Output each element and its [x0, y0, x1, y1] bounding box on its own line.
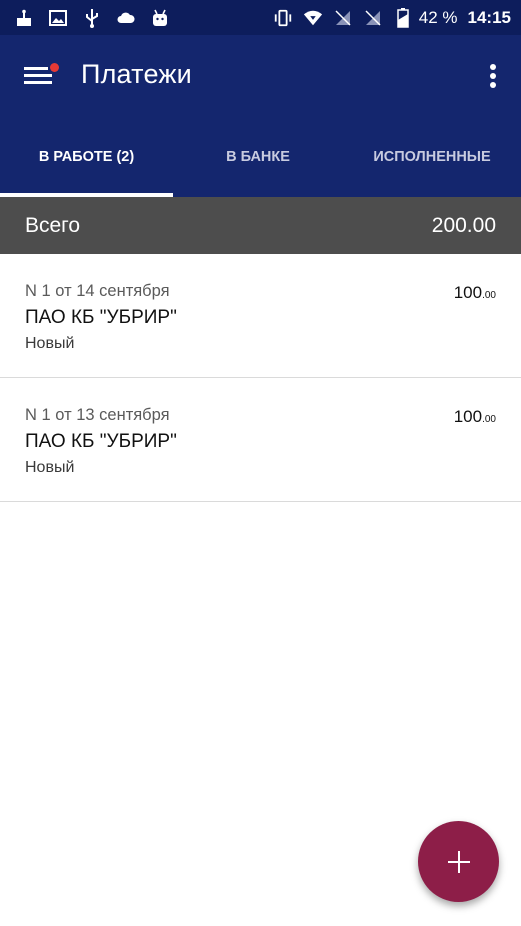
add-payment-button[interactable] [418, 821, 499, 902]
clock: 14:15 [467, 7, 511, 27]
status-left-icons [14, 8, 170, 28]
cake-icon [14, 8, 34, 28]
wifi-icon [303, 8, 323, 28]
notification-dot [50, 63, 59, 72]
tab-bar: В РАБОТЕ (2) В БАНКЕ ИСПОЛНЕННЫЕ [0, 119, 521, 197]
amount-main: 100 [453, 283, 483, 302]
plus-icon [447, 850, 470, 873]
tab-in-work[interactable]: В РАБОТЕ (2) [0, 119, 173, 197]
image-icon [48, 8, 68, 28]
toolbar: Платежи [0, 35, 521, 119]
payment-status: Новый [25, 459, 75, 476]
status-bar: 42 % 14:15 [0, 0, 521, 35]
no-sim-icon [363, 8, 383, 28]
list-item[interactable]: N 1 от 13 сентября ПАО КБ "УБРИР" Новый … [0, 378, 521, 502]
cloud-icon [116, 8, 136, 28]
amount-cents: .00 [482, 414, 496, 425]
app-bar: Платежи В РАБОТЕ (2) В БАНКЕ ИСПОЛНЕННЫЕ [0, 35, 521, 197]
tab-completed[interactable]: ИСПОЛНЕННЫЕ [343, 119, 521, 197]
no-sim-icon [333, 8, 353, 28]
list-item[interactable]: N 1 от 14 сентября ПАО КБ "УБРИР" Новый … [0, 254, 521, 378]
payment-status: Новый [25, 335, 75, 352]
amount-main: 100 [453, 407, 483, 426]
more-vert-icon[interactable] [485, 61, 501, 91]
payment-meta: N 1 от 13 сентября [25, 406, 170, 424]
battery-percent: 42 % [418, 7, 458, 27]
status-right-icons: 42 % 14:15 [273, 7, 511, 28]
payment-amount: 100.00 [454, 283, 496, 303]
payments-list: N 1 от 14 сентября ПАО КБ "УБРИР" Новый … [0, 254, 521, 502]
payment-recipient: ПАО КБ "УБРИР" [25, 307, 177, 328]
android-icon [150, 8, 170, 28]
vibrate-icon [273, 8, 293, 28]
payment-amount: 100.00 [454, 407, 496, 427]
total-label: Всего [25, 213, 81, 237]
page-title: Платежи [81, 59, 192, 89]
tab-in-bank[interactable]: В БАНКЕ [173, 119, 343, 197]
total-value: 200.00 [431, 213, 496, 237]
battery-icon [393, 7, 413, 28]
total-bar: Всего 200.00 [0, 197, 521, 254]
amount-cents: .00 [482, 290, 496, 301]
payment-recipient: ПАО КБ "УБРИР" [25, 431, 177, 452]
usb-icon [82, 8, 102, 28]
hamburger-icon[interactable] [24, 63, 59, 89]
payment-meta: N 1 от 14 сентября [25, 282, 170, 300]
